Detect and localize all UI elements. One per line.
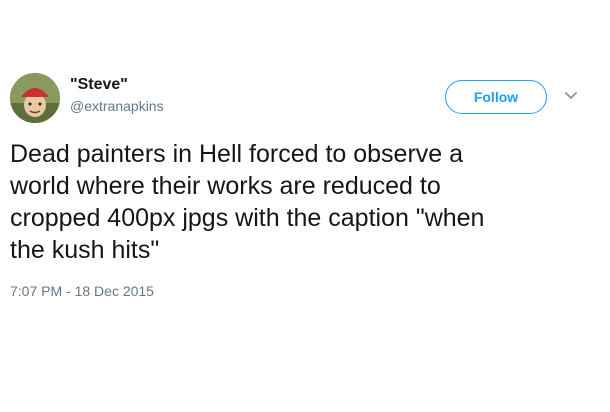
tweet-timestamp[interactable]: 7:07 PM - 18 Dec 2015 [10, 283, 154, 299]
display-name[interactable]: "Steve" [70, 76, 128, 94]
chevron-down-icon[interactable] [563, 88, 579, 104]
avatar-image [10, 73, 60, 123]
tweet-text: Dead painters in Hell forced to observe … [10, 140, 485, 264]
avatar[interactable] [10, 73, 60, 123]
follow-button[interactable]: Follow [445, 80, 547, 114]
user-handle[interactable]: @extranapkins [70, 98, 164, 114]
